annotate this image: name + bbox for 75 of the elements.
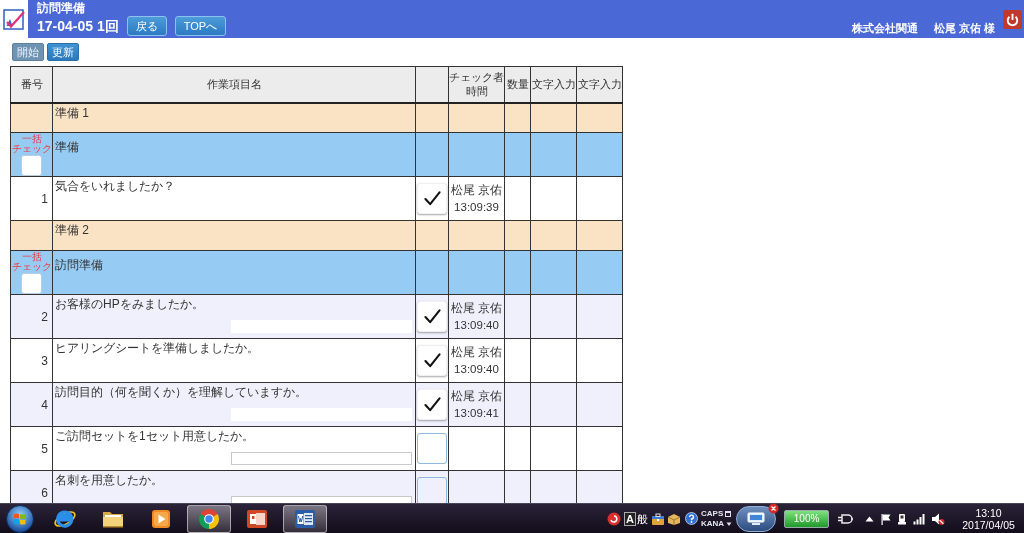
toolbar-button[interactable]: 更新 [47,43,79,61]
nav-button[interactable]: TOPへ [174,16,227,36]
row-number: 1 [41,191,48,206]
check-time: 13:09:41 [453,406,500,421]
item-label: 訪問目的（何を聞くか）を理解していますか。 [55,385,308,400]
bulk-checkbox[interactable] [21,155,42,176]
battery-reading: 100% [793,512,820,525]
note-field[interactable] [231,452,412,465]
item-label: ヒアリングシートを準備しましたか。 [55,341,260,356]
group-label: 準備 1 [55,105,89,120]
column-header: 文字入力 [576,66,623,103]
muted-speaker-icon[interactable] [931,511,946,526]
bulk-checkbox[interactable] [21,273,42,294]
ime-dictionary[interactable]: 般 [637,511,648,526]
column-header: 文字入力 [530,66,577,103]
clock-time[interactable]: 13:10 [975,506,1002,519]
plug-icon[interactable] [838,512,854,525]
row-number: 2 [41,309,48,324]
group-label: 準備 2 [55,223,89,237]
row-number: 6 [41,485,48,500]
help-icon[interactable] [685,512,698,525]
checker-name: 松尾 京佑 [449,345,504,360]
battery-gauge[interactable]: 100% [784,509,830,528]
caret-icon[interactable] [726,520,733,527]
column-header: 作業項目名 [52,66,416,103]
ime-mode[interactable]: A [624,511,636,526]
power-icon[interactable] [1003,10,1022,29]
item-label: ご訪問セットを1セット用意したか。 [55,429,255,444]
nav-button[interactable]: 戻る [126,16,167,36]
network-button[interactable] [736,505,777,532]
session-label: 17-04-05 1回 [37,17,119,36]
column-header: チェック者時間 [448,66,505,103]
check-icon [423,397,441,412]
signal-icon[interactable] [913,512,926,525]
checker-name: 松尾 京佑 [449,301,504,316]
check-box[interactable] [417,433,447,464]
row-number: 3 [41,353,48,368]
column-header: 数量 [504,66,531,103]
browser-ball-icon [197,506,221,531]
checker-name: 松尾 京佑 [449,389,504,404]
check-icon [423,309,441,324]
window-icon[interactable] [725,510,732,517]
checker-name: 松尾 京佑 [449,183,504,198]
user-name: 松尾 京佑 様 [933,22,995,34]
page-title: 訪問準備 [37,1,85,16]
item-label: 気合をいれましたか？ [55,179,176,194]
network-icon [746,511,767,526]
company-name: 株式会社関通 [851,22,918,34]
item-label: お客様のHPをみましたか。 [55,297,205,312]
flag-icon[interactable] [880,512,893,525]
taskbar-button[interactable] [187,504,231,533]
row-number: 5 [41,441,48,456]
clock-date[interactable]: 2017/04/05 [962,518,1015,531]
start-orb-icon[interactable] [5,503,35,533]
toolbox-icon[interactable] [651,511,665,526]
error-badge-icon [768,502,780,514]
item-label: 名刺を用意したか。 [55,473,164,488]
row-number: 4 [41,397,48,412]
check-time: 13:09:39 [453,200,500,215]
check-time: 13:09:40 [453,318,500,333]
check-time: 13:09:40 [453,362,500,377]
package-icon[interactable] [667,511,681,526]
check-icon [423,191,441,206]
section-label: 訪問準備 [55,258,103,272]
bulk-check-label: 一括チェック [11,252,52,272]
bulk-check-label: 一括チェック [11,134,52,154]
section-label: 準備 [55,140,79,154]
lock-key-label: KANA [701,519,725,528]
lock-key-label: CAPS [701,509,724,518]
up-arrow-icon[interactable] [865,515,875,522]
check-icon [423,353,441,368]
device-icon[interactable] [896,512,909,525]
taskbar-button[interactable] [283,504,327,533]
column-header: 番号 [10,66,53,103]
round-app-icon[interactable] [607,511,621,526]
